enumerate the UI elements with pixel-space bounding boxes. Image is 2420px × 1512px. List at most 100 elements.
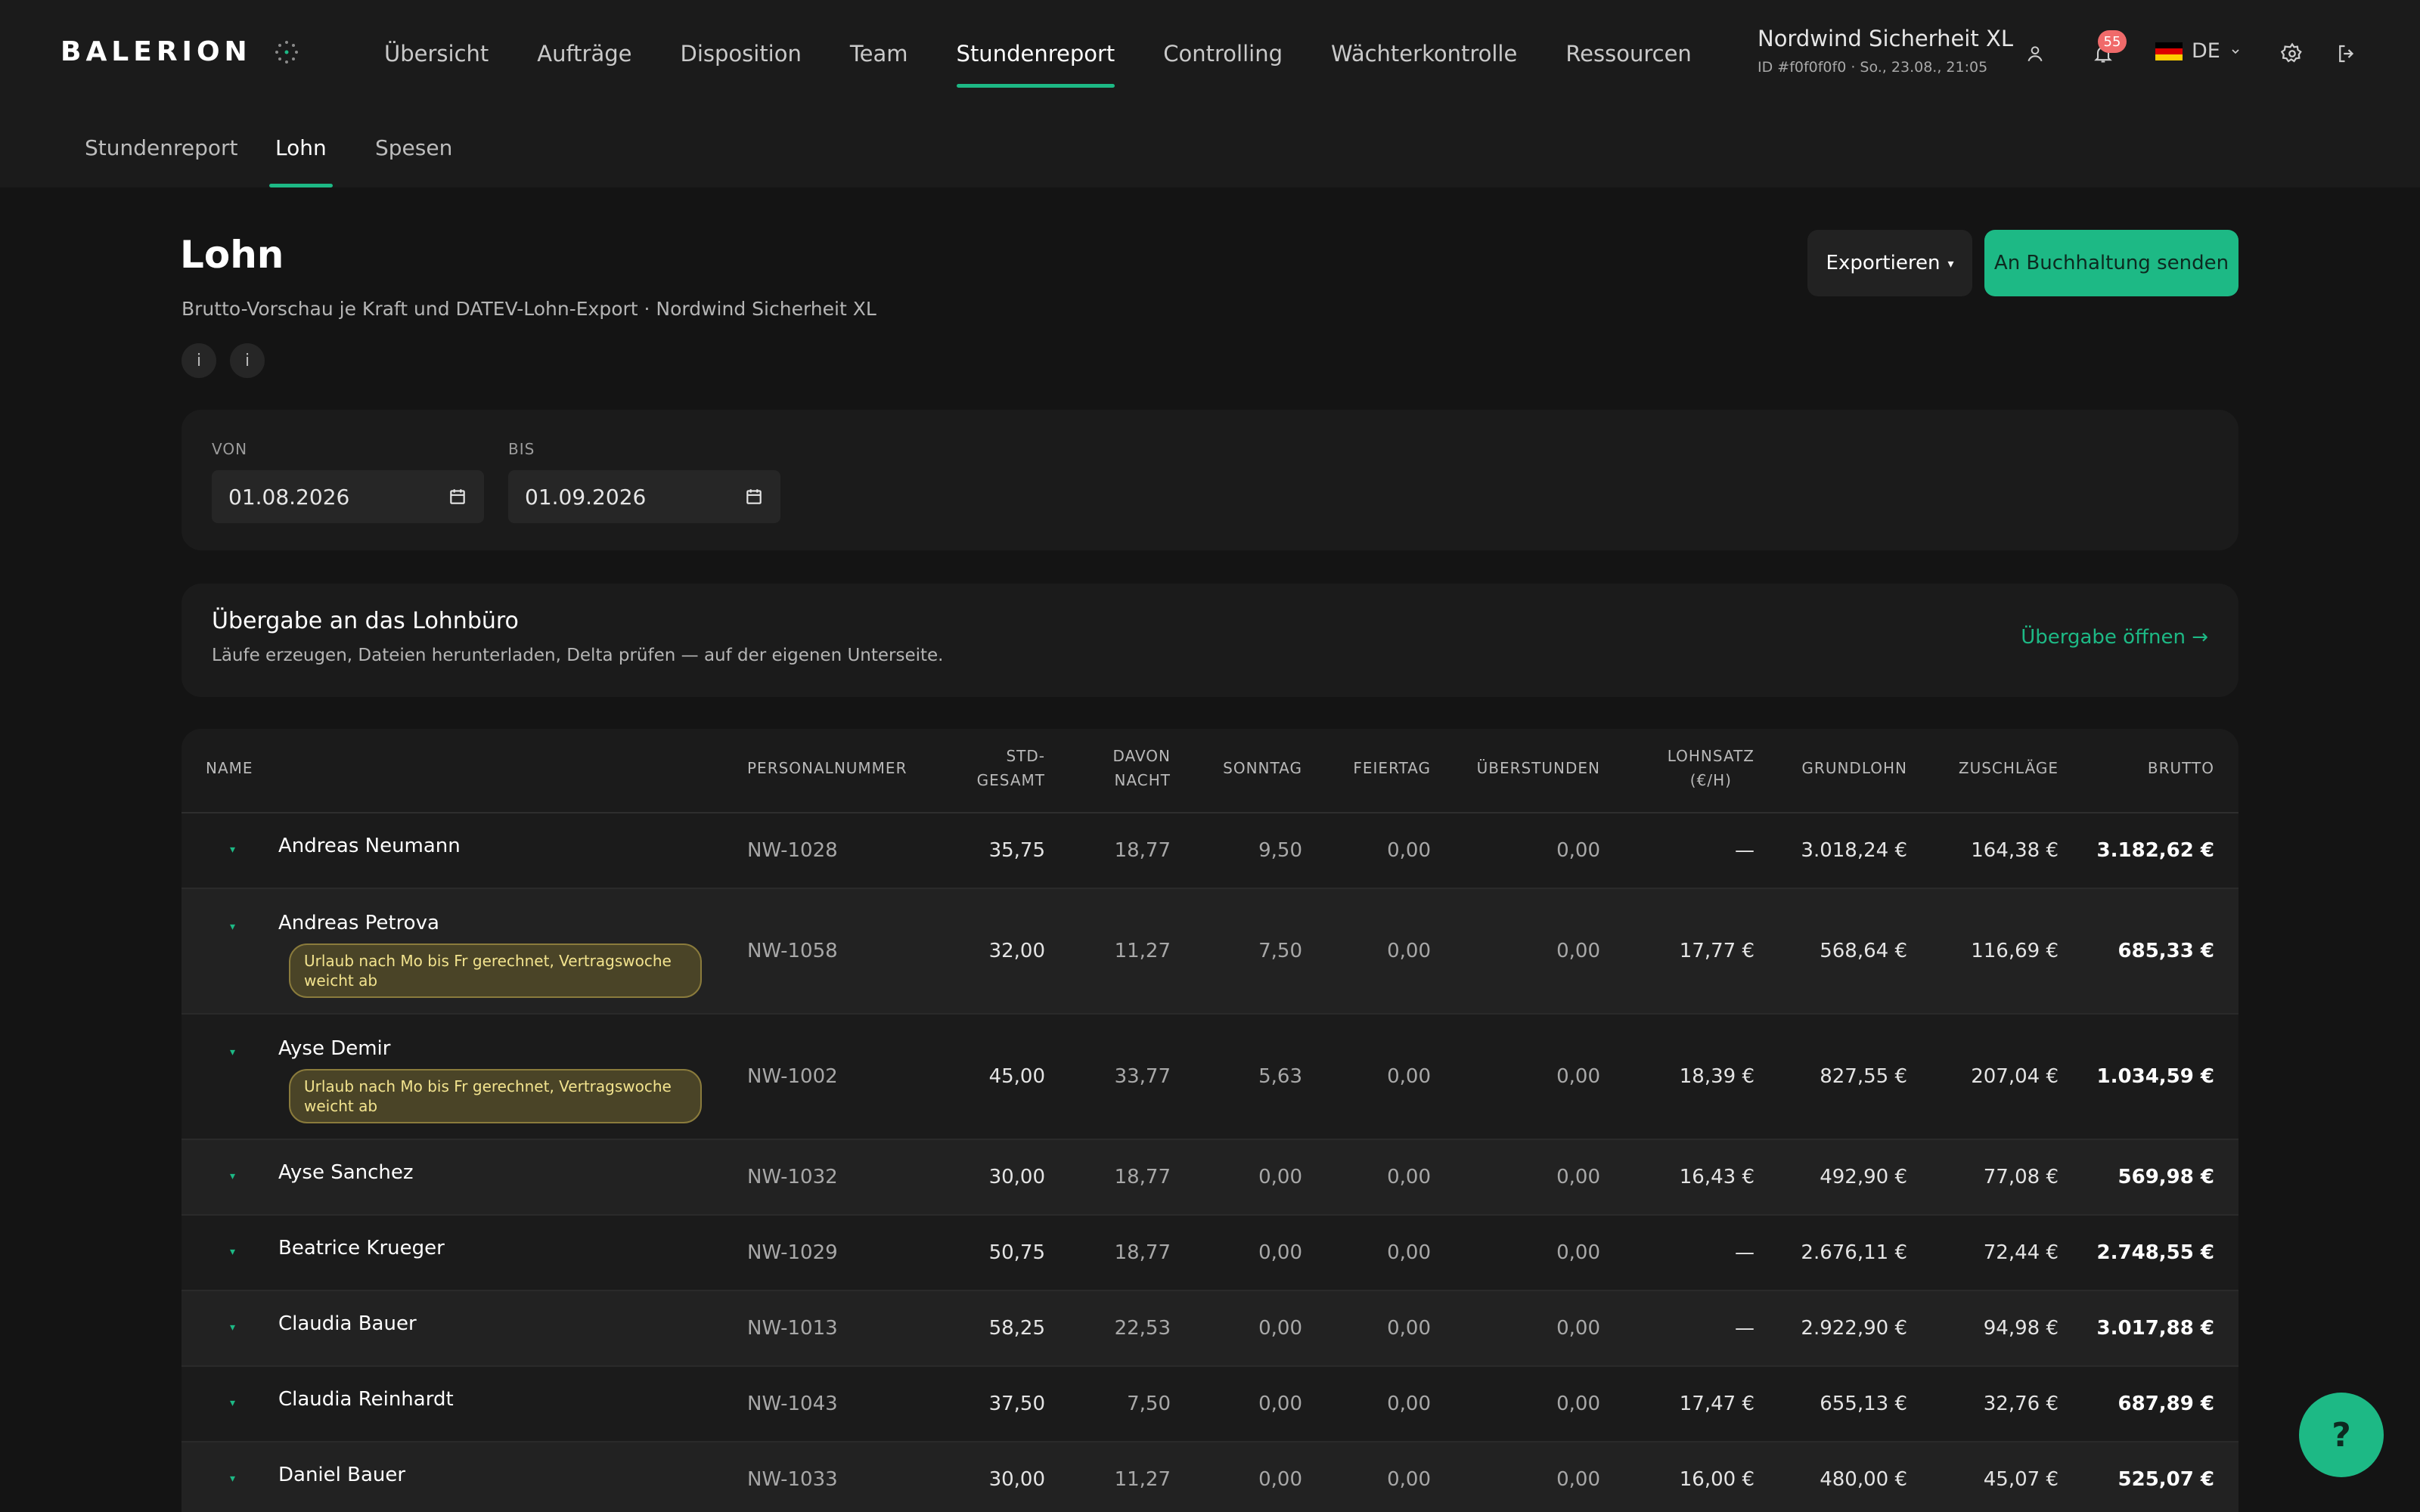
night-hours-cell: 18,77 [1114,1241,1171,1264]
nav-waechterkontrolle[interactable]: Wächterkontrolle [1331,0,1517,107]
employee-name[interactable]: Ayse Sanchez [278,1161,414,1184]
chevron-down-icon [2232,48,2239,54]
surcharges-cell: 164,38 € [1971,839,2059,862]
sub-nav: Stundenreport Lohn Spesen [0,107,2420,187]
nav-stundenreport[interactable]: Stundenreport [956,0,1115,107]
page-title: Lohn [180,233,284,277]
col-sunday[interactable]: SONNTAG [1223,756,1302,780]
from-date-input[interactable]: 01.08.2026 [212,470,484,523]
user-icon[interactable] [2021,39,2049,68]
employee-name[interactable]: Claudia Bauer [278,1312,417,1335]
surcharges-cell: 77,08 € [1983,1166,2059,1188]
language-label: DE [2192,39,2220,63]
nav-auftraege[interactable]: Aufträge [537,0,631,107]
org-name: Nordwind Sicherheit XL [1758,26,2013,51]
col-surcharges[interactable]: ZUSCHLÄGE [1959,756,2059,780]
col-personal-number[interactable]: PERSONALNUMMER [747,756,907,780]
export-button[interactable]: Exportieren ▾ [1807,230,1972,296]
logo[interactable]: BALERION [60,36,300,67]
expand-row-icon[interactable]: ▾ [230,1246,235,1258]
col-gross[interactable]: BRUTTO [2148,756,2214,780]
col-holiday[interactable]: FEIERTAG [1353,756,1431,780]
to-date-input[interactable]: 01.09.2026 [508,470,780,523]
vacation-warning-badge: Urlaub nach Mo bis Fr gerechnet, Vertrag… [289,943,702,998]
logout-icon[interactable] [2332,39,2361,68]
personal-number-cell: NW-1028 [747,839,838,862]
col-night-hours[interactable]: DAVON NACHT [1113,744,1171,792]
expand-row-icon[interactable]: ▾ [230,844,235,856]
organization-info: Nordwind Sicherheit XL ID #f0f0f0f0 · So… [1758,26,2013,76]
expand-row-icon[interactable]: ▾ [230,1473,235,1485]
expand-row-icon[interactable]: ▾ [230,1170,235,1182]
base-wage-cell: 492,90 € [1820,1166,1907,1188]
org-meta: ID #f0f0f0f0 · So., 23.08., 21:05 [1758,59,1988,76]
personal-number-cell: NW-1043 [747,1393,838,1415]
table-row[interactable]: ▾ Ayse Demir Urlaub nach Mo bis Fr gerechn… [182,1015,2238,1140]
col-hours-total[interactable]: STD- GESAMT [977,744,1045,792]
holiday-cell: 0,00 [1387,1065,1431,1088]
nav-ressourcen[interactable]: Ressourcen [1565,0,1691,107]
night-hours-cell: 18,77 [1114,1166,1171,1188]
date-filter-card: VON 01.08.2026 BIS 01.09.2026 [182,410,2238,550]
help-icon[interactable]: ? [2299,1393,2384,1477]
holiday-cell: 0,00 [1387,1393,1431,1415]
gross-cell: 1.034,59 € [2096,1065,2214,1088]
nav-uebersicht[interactable]: Übersicht [384,0,489,107]
wage-rate-cell: — [1735,1317,1754,1340]
employee-name[interactable]: Andreas Neumann [278,835,461,857]
col-overtime[interactable]: ÜBERSTUNDEN [1477,756,1600,780]
base-wage-cell: 2.922,90 € [1801,1317,1907,1340]
wage-rate-cell: — [1735,839,1754,862]
subtab-spesen[interactable]: Spesen [375,107,452,187]
employee-name[interactable]: Daniel Bauer [278,1464,405,1486]
wage-rate-cell: 17,77 € [1679,940,1754,962]
expand-row-icon[interactable]: ▾ [230,1046,235,1058]
table-row[interactable]: ▾ Ayse Sanchez NW-1032 30,00 18,77 0,00 0,00 0,… [182,1140,2238,1216]
send-to-accounting-button[interactable]: An Buchhaltung senden [1984,230,2238,296]
info-icon[interactable]: i [230,343,265,378]
flag-de-icon [2155,42,2183,60]
col-base-wage[interactable]: GRUNDLOHN [1801,756,1907,780]
table-row[interactable]: ▾ Claudia Bauer NW-1013 58,25 22,53 0,00 0,00 0… [182,1291,2238,1367]
holiday-cell: 0,00 [1387,1317,1431,1340]
open-handover-link[interactable]: Übergabe öffnen → [2021,626,2208,649]
handover-card: Übergabe an das Lohnbüro Läufe erzeugen,… [182,584,2238,697]
main-nav: Übersicht Aufträge Disposition Team Stun… [384,0,1740,107]
nav-team[interactable]: Team [850,0,908,107]
subtab-lohn[interactable]: Lohn [269,107,333,187]
hours-total-cell: 58,25 [988,1317,1045,1340]
employee-name[interactable]: Claudia Reinhardt [278,1388,454,1411]
hours-total-cell: 50,75 [988,1241,1045,1264]
table-row[interactable]: ▾ Beatrice Krueger NW-1029 50,75 18,77 0,00 0,… [182,1216,2238,1291]
employee-name[interactable]: Beatrice Krueger [278,1237,445,1259]
employee-name[interactable]: Ayse Demir [278,1037,390,1060]
gear-icon[interactable] [2278,39,2307,68]
table-row[interactable]: ▾ Andreas Petrova Urlaub nach Mo bis Fr ge… [182,889,2238,1015]
base-wage-cell: 3.018,24 € [1801,839,1907,862]
calendar-icon [450,489,465,504]
table-row[interactable]: ▾ Daniel Bauer NW-1033 30,00 11,27 0,00 0,00 0,… [182,1442,2238,1512]
export-label: Exportieren [1826,252,1941,274]
handover-text: Läufe erzeugen, Dateien herunterladen, D… [212,646,944,665]
col-name[interactable]: NAME [206,756,253,780]
sunday-cell: 0,00 [1258,1393,1302,1415]
expand-row-icon[interactable]: ▾ [230,921,235,933]
handover-title: Übergabe an das Lohnbüro [212,608,519,634]
employee-name[interactable]: Andreas Petrova [278,912,439,934]
subtab-stundenreport[interactable]: Stundenreport [85,107,238,187]
nav-disposition[interactable]: Disposition [681,0,802,107]
table-row[interactable]: ▾ Andreas Neumann NW-1028 35,75 18,77 9,50 0,0… [182,813,2238,889]
expand-row-icon[interactable]: ▾ [230,1397,235,1409]
personal-number-cell: NW-1002 [747,1065,838,1088]
info-icon[interactable]: i [182,343,216,378]
holiday-cell: 0,00 [1387,839,1431,862]
col-wage-rate[interactable]: LOHNSATZ (€/H) [1668,744,1754,792]
sunday-cell: 0,00 [1258,1166,1302,1188]
table-row[interactable]: ▾ Claudia Reinhardt NW-1043 37,50 7,50 0,00 0,… [182,1367,2238,1442]
hours-total-cell: 45,00 [988,1065,1045,1088]
nav-controlling[interactable]: Controlling [1163,0,1283,107]
wage-rate-cell: — [1735,1241,1754,1264]
expand-row-icon[interactable]: ▾ [230,1321,235,1334]
language-selector[interactable]: DE [2155,39,2242,63]
night-hours-cell: 22,53 [1114,1317,1171,1340]
